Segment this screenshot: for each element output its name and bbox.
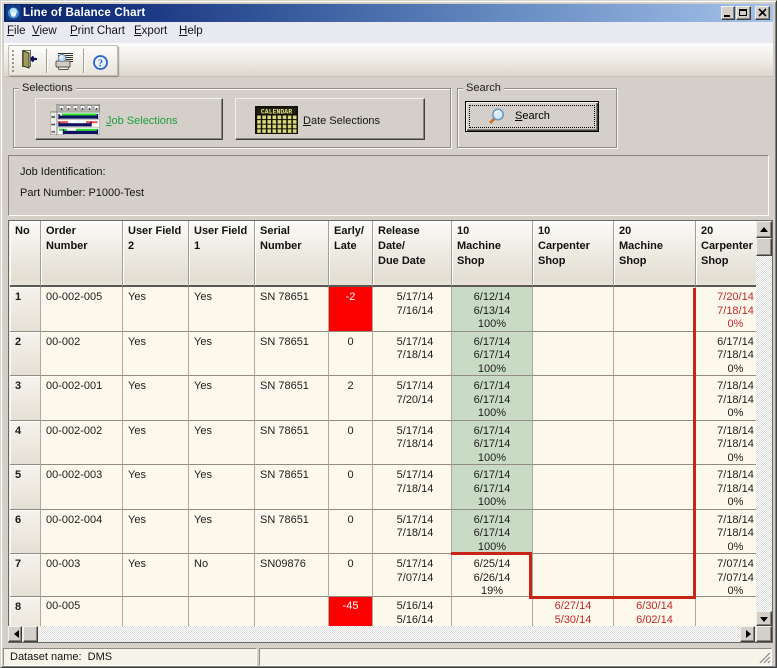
- svg-text:?: ?: [98, 59, 103, 70]
- svg-text:CALENDAR: CALENDAR: [261, 109, 292, 116]
